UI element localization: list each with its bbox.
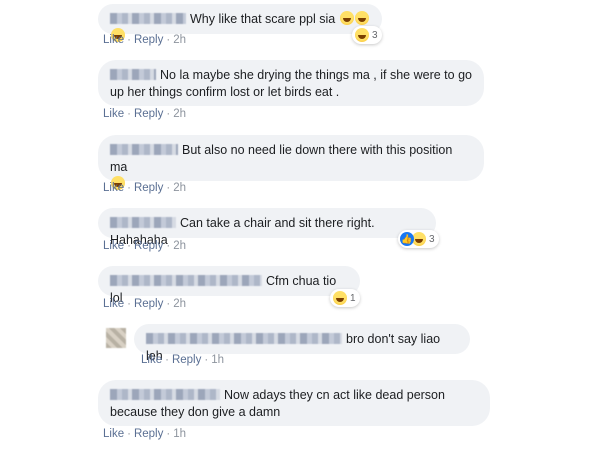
laughing-emoji-icon: [412, 232, 426, 246]
comment-text: Why like that scare ppl sia: [190, 12, 336, 26]
reply-link[interactable]: Reply: [172, 354, 201, 366]
reaction-summary[interactable]: 3: [352, 26, 382, 44]
comment-bubble: No la maybe she drying the things ma , i…: [98, 60, 484, 106]
reply-link[interactable]: Reply: [134, 298, 163, 310]
commenter-name-blurred[interactable]: [110, 217, 176, 228]
laughing-emoji-icon: [355, 28, 369, 42]
commenter-name-blurred[interactable]: [110, 144, 178, 155]
reply-link[interactable]: Reply: [134, 108, 163, 120]
comment-text: No la maybe she drying the things ma , i…: [110, 68, 472, 99]
commenter-name-blurred[interactable]: [110, 69, 156, 80]
comment-actions: Like · Reply · 2h: [103, 240, 186, 252]
comment-bubble: Cfm chua tio lol: [98, 266, 360, 305]
like-link[interactable]: Like: [141, 354, 162, 366]
laughing-emoji-icon: [333, 291, 347, 305]
commenter-name-blurred[interactable]: [110, 389, 220, 400]
commenter-name-blurred[interactable]: [110, 275, 262, 286]
comment-bubble: Now adays they cn act like dead person b…: [98, 380, 490, 426]
reply-bubble: bro don't say liao leh: [134, 324, 470, 363]
comment-actions: Like · Reply · 1h: [103, 428, 186, 440]
reply-link[interactable]: Reply: [134, 240, 163, 252]
timestamp[interactable]: 1h: [211, 354, 224, 366]
like-link[interactable]: Like: [103, 298, 124, 310]
thumbs-up-icon: 👍: [400, 232, 414, 246]
reply-link[interactable]: Reply: [134, 182, 163, 194]
timestamp[interactable]: 2h: [173, 182, 186, 194]
like-link[interactable]: Like: [103, 240, 124, 252]
comment-actions: Like · Reply · 2h: [103, 182, 186, 194]
like-link[interactable]: Like: [103, 428, 124, 440]
timestamp[interactable]: 1h: [173, 428, 186, 440]
reaction-count: 3: [429, 233, 435, 245]
comment-actions: Like · Reply · 2h: [103, 108, 186, 120]
comment-bubble: Can take a chair and sit there right. Ha…: [98, 208, 436, 247]
comment-actions: Like · Reply · 2h: [103, 34, 186, 46]
reply-link[interactable]: Reply: [134, 428, 163, 440]
timestamp[interactable]: 2h: [173, 298, 186, 310]
reply-actions: Like · Reply · 1h: [141, 354, 224, 366]
reaction-summary[interactable]: 1: [330, 289, 360, 307]
comment-bubble: But also no need lie down there with thi…: [98, 135, 484, 190]
timestamp[interactable]: 2h: [173, 240, 186, 252]
avatar[interactable]: [106, 328, 126, 348]
like-link[interactable]: Like: [103, 182, 124, 194]
reply-link[interactable]: Reply: [134, 34, 163, 46]
commenter-name-blurred[interactable]: [110, 13, 186, 24]
like-link[interactable]: Like: [103, 108, 124, 120]
comment-bubble: Why like that scare ppl sia: [98, 4, 382, 42]
reaction-count: 3: [372, 29, 378, 41]
like-link[interactable]: Like: [103, 34, 124, 46]
reaction-count: 1: [350, 292, 356, 304]
commenter-name-blurred[interactable]: [146, 333, 342, 344]
comment-actions: Like · Reply · 2h: [103, 298, 186, 310]
reaction-summary[interactable]: 👍 3: [398, 230, 439, 248]
timestamp[interactable]: 2h: [173, 108, 186, 120]
timestamp[interactable]: 2h: [173, 34, 186, 46]
